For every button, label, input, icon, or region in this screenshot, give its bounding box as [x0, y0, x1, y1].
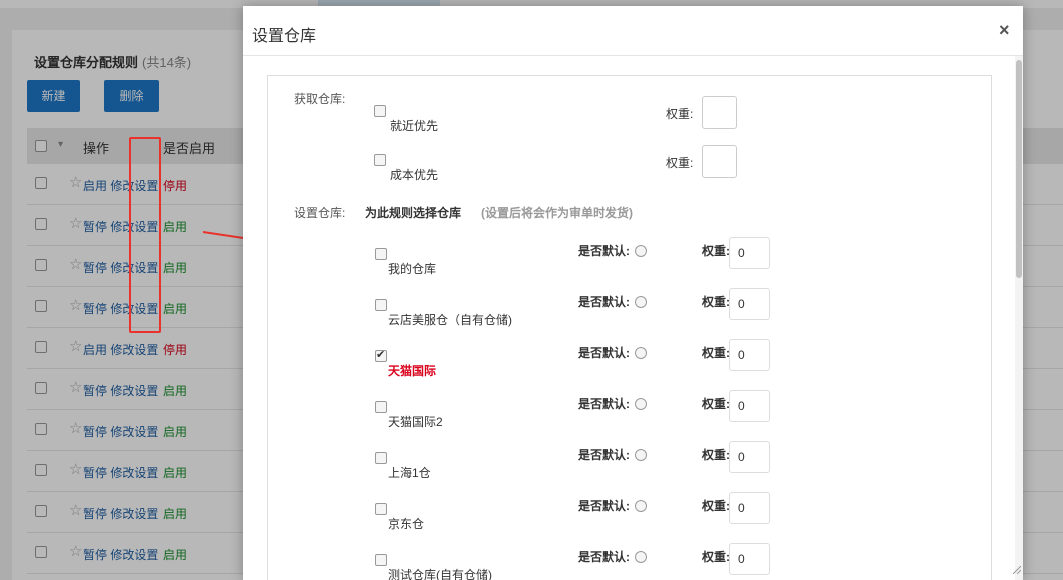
weight-label: 权重: — [702, 295, 730, 309]
default-label: 是否默认: — [578, 244, 630, 258]
dialog-title: 设置仓库 — [252, 28, 317, 45]
set-warehouse-dialog: 设置仓库 × 获取仓库: 就近优先 权重: 成本优先 权重: 设置仓库: 为此规… — [243, 6, 1023, 580]
set-warehouse-hint: (设置后将会作为审单时发货) — [481, 206, 633, 220]
default-radio[interactable] — [635, 551, 647, 563]
weight-label: 权重: — [702, 397, 730, 411]
warehouse-form: 获取仓库: 就近优先 权重: 成本优先 权重: 设置仓库: 为此规则选择仓库 (… — [267, 75, 992, 580]
weight-input[interactable]: 0 — [729, 390, 770, 422]
default-radio[interactable] — [635, 500, 647, 512]
dialog-scrollbar[interactable] — [1015, 56, 1023, 580]
weight-label: 权重: — [702, 448, 730, 462]
warehouse-checkbox[interactable] — [375, 401, 387, 413]
warehouse-name: 测试仓库(自有仓储) — [388, 568, 492, 580]
warehouse-name: 京东仓 — [388, 517, 425, 531]
warehouse-checkbox[interactable] — [375, 554, 387, 566]
warehouse-checkbox[interactable] — [375, 299, 387, 311]
warehouse-name: 我的仓库 — [388, 262, 437, 276]
set-warehouse-heading: 为此规则选择仓库 — [365, 206, 462, 220]
default-label: 是否默认: — [578, 346, 630, 360]
warehouse-checkbox[interactable] — [375, 248, 387, 260]
warehouse-checkbox[interactable] — [375, 503, 387, 515]
dialog-header: 设置仓库 × — [243, 6, 1023, 56]
default-radio[interactable] — [635, 398, 647, 410]
default-label: 是否默认: — [578, 397, 630, 411]
default-radio[interactable] — [635, 347, 647, 359]
warehouse-name: 上海1仓 — [388, 466, 431, 480]
warehouse-name: 云店美服仓（自有仓储) — [388, 313, 512, 327]
warehouse-checkbox[interactable] — [375, 348, 387, 362]
warehouse-checkbox[interactable] — [375, 452, 387, 464]
default-radio[interactable] — [635, 449, 647, 461]
cost-first-label: 成本优先 — [390, 168, 439, 182]
cost-weight-input[interactable] — [702, 145, 737, 178]
cost-weight-label: 权重: — [666, 156, 694, 170]
default-label: 是否默认: — [578, 499, 630, 513]
set-warehouse-label: 设置仓库: — [294, 206, 346, 220]
resize-handle-icon[interactable] — [1013, 566, 1021, 574]
cost-first-checkbox[interactable] — [374, 154, 386, 166]
dialog-body: 获取仓库: 就近优先 权重: 成本优先 权重: 设置仓库: 为此规则选择仓库 (… — [243, 56, 1015, 580]
default-radio[interactable] — [635, 245, 647, 257]
fetch-warehouse-label: 获取仓库: — [294, 92, 346, 106]
weight-input[interactable]: 0 — [729, 288, 770, 320]
weight-input[interactable]: 0 — [729, 543, 770, 575]
default-radio[interactable] — [635, 296, 647, 308]
weight-label: 权重: — [702, 550, 730, 564]
default-label: 是否默认: — [578, 550, 630, 564]
nearest-first-label: 就近优先 — [390, 119, 439, 133]
weight-input[interactable]: 0 — [729, 441, 770, 473]
nearest-weight-label: 权重: — [666, 107, 694, 121]
close-icon[interactable]: × — [999, 20, 1010, 41]
weight-input[interactable]: 0 — [729, 237, 770, 269]
weight-input[interactable]: 0 — [729, 339, 770, 371]
weight-label: 权重: — [702, 346, 730, 360]
weight-label: 权重: — [702, 244, 730, 258]
nearest-first-checkbox[interactable] — [374, 105, 386, 117]
default-label: 是否默认: — [578, 295, 630, 309]
warehouse-name: 天猫国际2 — [388, 415, 443, 429]
default-label: 是否默认: — [578, 448, 630, 462]
weight-input[interactable]: 0 — [729, 492, 770, 524]
weight-label: 权重: — [702, 499, 730, 513]
scrollbar-thumb[interactable] — [1016, 60, 1022, 278]
nearest-weight-input[interactable] — [702, 96, 737, 129]
warehouse-name: 天猫国际 — [388, 364, 437, 378]
